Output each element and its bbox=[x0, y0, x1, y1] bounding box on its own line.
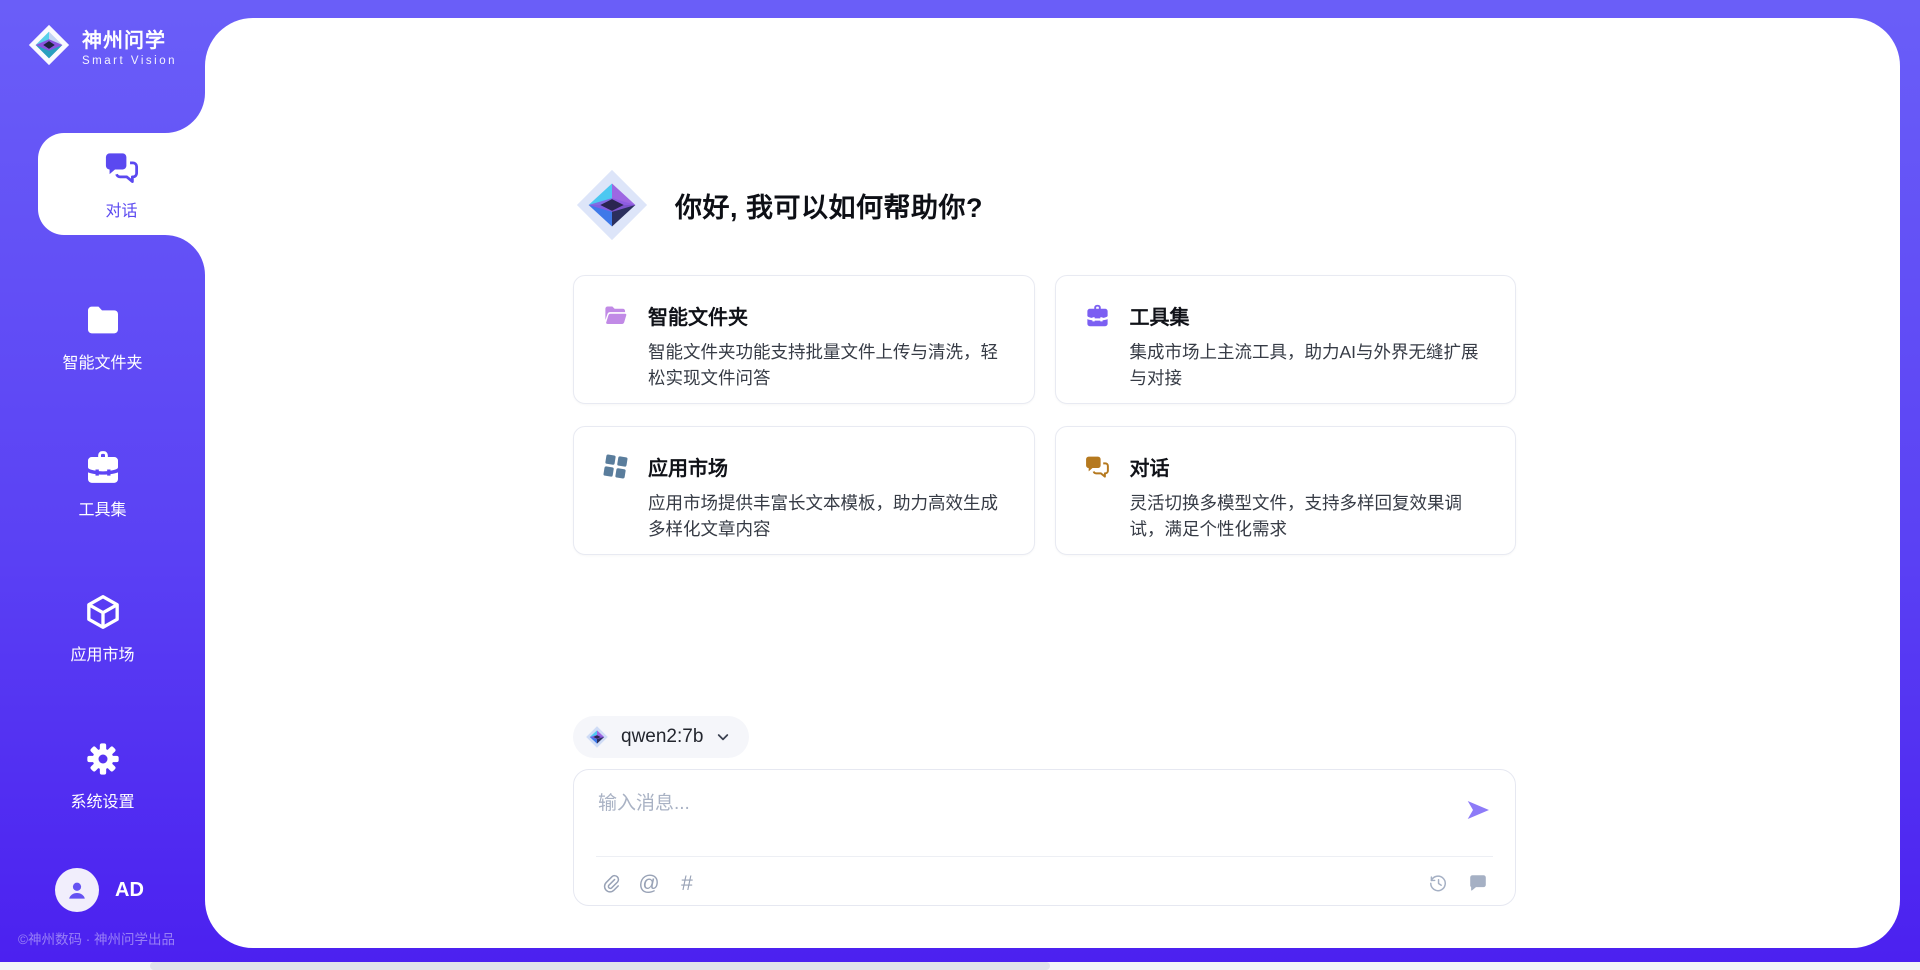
chevron-down-icon bbox=[715, 729, 731, 745]
paperclip-icon bbox=[601, 873, 622, 894]
brand-name: 神州问学 bbox=[82, 24, 177, 53]
chat-bubbles-icon bbox=[1084, 453, 1111, 480]
sidebar-item-toolset[interactable]: 工具集 bbox=[0, 447, 205, 520]
at-icon: @ bbox=[638, 873, 659, 894]
card-description: 智能文件夹功能支持批量文件上传与清洗，轻松实现文件问答 bbox=[648, 339, 1006, 392]
card-title: 智能文件夹 bbox=[648, 301, 748, 330]
user-profile[interactable]: AD bbox=[55, 868, 144, 912]
greeting-text: 你好, 我可以如何帮助你? bbox=[675, 186, 983, 225]
copyright: ©神州数码 · 神州问学出品 bbox=[18, 928, 175, 948]
history-icon bbox=[1427, 872, 1449, 894]
model-name: qwen2:7b bbox=[621, 726, 703, 748]
sidebar-item-app-market[interactable]: 应用市场 bbox=[0, 592, 205, 665]
toolbox-icon bbox=[1084, 302, 1111, 329]
feature-cards: 智能文件夹 智能文件夹功能支持批量文件上传与清洗，轻松实现文件问答 工具集 集成… bbox=[573, 275, 1516, 555]
active-tab-curve-top bbox=[165, 93, 205, 133]
card-chat[interactable]: 对话 灵活切换多模型文件，支持多样回复效果调试，满足个性化需求 bbox=[1055, 426, 1517, 555]
sidebar-item-chat[interactable]: 对话 bbox=[38, 133, 205, 235]
assistant-logo-icon bbox=[573, 166, 651, 244]
toolbox-icon bbox=[83, 447, 123, 487]
avatar bbox=[55, 868, 99, 912]
brand-logo-icon bbox=[26, 22, 72, 68]
card-smart-folder[interactable]: 智能文件夹 智能文件夹功能支持批量文件上传与清洗，轻松实现文件问答 bbox=[573, 275, 1035, 404]
model-logo-icon bbox=[585, 725, 609, 749]
sidebar-item-label: 系统设置 bbox=[70, 788, 134, 812]
folder-icon bbox=[83, 300, 123, 340]
card-description: 应用市场提供丰富长文本模板，助力高效生成多样化文章内容 bbox=[648, 490, 1006, 543]
folder-open-icon bbox=[602, 302, 629, 329]
card-app-market[interactable]: 应用市场 应用市场提供丰富长文本模板，助力高效生成多样化文章内容 bbox=[573, 426, 1035, 555]
card-description: 灵活切换多模型文件，支持多样回复效果调试，满足个性化需求 bbox=[1130, 490, 1488, 543]
card-description: 集成市场上主流工具，助力AI与外界无缝扩展与对接 bbox=[1130, 339, 1488, 392]
brand-subtitle: Smart Vision bbox=[82, 55, 177, 67]
card-title: 应用市场 bbox=[648, 452, 728, 481]
send-button[interactable] bbox=[1463, 795, 1493, 825]
greeting: 你好, 我可以如何帮助你? bbox=[573, 166, 983, 244]
send-icon bbox=[1464, 796, 1492, 824]
composer-toolbar: @ # bbox=[598, 866, 1491, 900]
topic-button[interactable]: # bbox=[674, 870, 700, 896]
cube-icon bbox=[83, 592, 123, 632]
card-toolset[interactable]: 工具集 集成市场上主流工具，助力AI与外界无缝扩展与对接 bbox=[1055, 275, 1517, 404]
attach-file-button[interactable] bbox=[598, 870, 624, 896]
main-content: 你好, 我可以如何帮助你? 智能文件夹 智能文件夹功能支持批量文件上传与清洗，轻… bbox=[205, 18, 1900, 948]
chat-bubble-icon bbox=[1467, 872, 1489, 894]
mention-button[interactable]: @ bbox=[636, 870, 662, 896]
brand: 神州问学 Smart Vision bbox=[26, 22, 177, 68]
gear-icon bbox=[83, 739, 123, 779]
model-selector[interactable]: qwen2:7b bbox=[573, 716, 749, 758]
hash-icon: # bbox=[681, 873, 693, 894]
sidebar-item-smart-folder[interactable]: 智能文件夹 bbox=[0, 300, 205, 373]
composer-divider bbox=[596, 856, 1493, 857]
chat-bubbles-icon bbox=[102, 148, 142, 188]
sidebar-item-label: 应用市场 bbox=[70, 641, 134, 665]
grid-cube-icon bbox=[602, 453, 629, 480]
message-composer: @ # bbox=[573, 769, 1516, 906]
new-chat-button[interactable] bbox=[1465, 870, 1491, 896]
card-title: 对话 bbox=[1130, 452, 1170, 481]
horizontal-scrollbar[interactable] bbox=[0, 962, 1920, 970]
sidebar-item-label: 工具集 bbox=[78, 496, 126, 520]
sidebar-item-label: 对话 bbox=[105, 197, 137, 221]
history-button[interactable] bbox=[1425, 870, 1451, 896]
active-tab-curve-bottom bbox=[165, 235, 205, 275]
sidebar: 神州问学 Smart Vision 对话 智能文件夹 工具集 bbox=[0, 0, 205, 970]
sidebar-item-label: 智能文件夹 bbox=[62, 349, 142, 373]
message-input[interactable] bbox=[598, 788, 1458, 846]
sidebar-item-settings[interactable]: 系统设置 bbox=[0, 739, 205, 812]
scrollbar-thumb[interactable] bbox=[150, 962, 1050, 970]
user-initials: AD bbox=[115, 879, 144, 902]
card-title: 工具集 bbox=[1130, 301, 1190, 330]
